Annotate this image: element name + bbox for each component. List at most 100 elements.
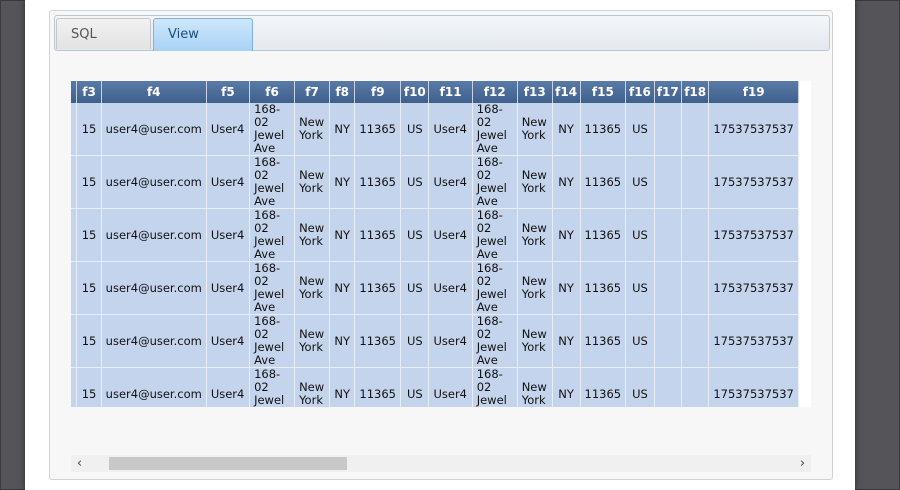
view-results-content: f3 f4 f5 f6 f7 f8 f9 f10 f11 f12 f13 f14 f15 f16 f17 f1…: [54, 51, 828, 475]
column-header[interactable]: f12: [472, 81, 518, 103]
table-cell: User4: [206, 367, 251, 407]
table-cell: New York: [517, 155, 553, 209]
column-header[interactable]: f5: [206, 81, 251, 103]
table-cell: 11365: [580, 155, 627, 209]
column-header[interactable]: f19: [708, 81, 799, 103]
table-cell: [681, 314, 710, 368]
table-cell: US: [625, 103, 655, 156]
table-cell: New York: [517, 103, 553, 156]
column-header[interactable]: f9: [354, 81, 402, 103]
column-header[interactable]: f10: [400, 81, 430, 103]
table-cell: 11365: [580, 208, 627, 262]
table-cell: 15: [76, 208, 102, 262]
table-cell: 168-02 Jewel Ave: [472, 208, 518, 262]
table-cell: [654, 261, 682, 315]
table-cell: 11365: [354, 208, 402, 262]
table-cell: US: [625, 208, 655, 262]
table-cell: user4@user.com: [101, 103, 207, 156]
table-cell: 17537537537: [708, 208, 799, 262]
column-header[interactable]: f6: [249, 81, 296, 103]
table-cell: [681, 103, 710, 156]
table-cell: NY: [329, 208, 356, 262]
table-cell: [681, 367, 710, 407]
table-cell: New York: [294, 103, 331, 156]
tab-sql-query[interactable]: SQL Query: [56, 18, 151, 73]
table-cell: New York: [517, 261, 553, 315]
scroll-left-arrow-icon[interactable]: ‹: [71, 455, 88, 472]
table-cell: User4: [206, 155, 251, 209]
column-header[interactable]: f3: [76, 81, 102, 103]
column-header[interactable]: f8: [329, 81, 356, 103]
table-cell: US: [625, 261, 655, 315]
table-cell: user4@user.com: [101, 261, 207, 315]
table-row[interactable]: 015user4@user.comUser4168-02 Jewel AveNe…: [71, 367, 799, 407]
table-cell: user4@user.com: [101, 367, 207, 407]
table-cell: 11365: [580, 261, 627, 315]
table-cell: New York: [294, 367, 331, 407]
column-header[interactable]: f13: [517, 81, 553, 103]
column-header[interactable]: f17: [654, 81, 682, 103]
table-cell: 168-02 Jewel Ave: [249, 367, 296, 407]
column-header[interactable]: f7: [294, 81, 331, 103]
column-header[interactable]: f18: [681, 81, 710, 103]
table-cell: user4@user.com: [101, 155, 207, 209]
table-cell: user4@user.com: [101, 208, 207, 262]
table-cell: 11365: [580, 367, 627, 407]
table-row[interactable]: 015user4@user.comUser4168-02 Jewel AveNe…: [71, 208, 799, 262]
table-cell: US: [625, 314, 655, 368]
table-cell: New York: [294, 261, 331, 315]
table-cell: 11365: [580, 103, 627, 156]
table-cell: 11365: [354, 261, 402, 315]
results-dialog: SQL Query View results f3f4f5f6f7f8f9f10…: [25, 0, 855, 490]
scrollbar-thumb[interactable]: [109, 457, 347, 470]
table-row[interactable]: 015user4@user.comUser4168-02 Jewel AveNe…: [71, 155, 799, 209]
tab-view-results[interactable]: View results: [153, 18, 253, 73]
tab-panel: SQL Query View results f3f4f5f6f7f8f9f10…: [49, 10, 833, 480]
table-row[interactable]: 015user4@user.comUser4168-02 Jewel AveNe…: [71, 314, 799, 368]
table-cell: User4: [428, 155, 473, 209]
table-cell: New York: [294, 208, 331, 262]
table-cell: US: [400, 103, 430, 156]
table-cell: NY: [329, 367, 356, 407]
table-cell: 11365: [354, 103, 402, 156]
table-cell: 17537537537: [708, 367, 799, 407]
column-header[interactable]: f11: [428, 81, 473, 103]
table-cell: US: [625, 367, 655, 407]
table-row[interactable]: 015user4@user.comUser4168-02 Jewel AveNe…: [71, 103, 799, 156]
table-cell: 168-02 Jewel Ave: [249, 261, 296, 315]
table-cell: US: [400, 261, 430, 315]
table-cell: 11365: [354, 314, 402, 368]
table-cell: User4: [428, 261, 473, 315]
table-cell: New York: [294, 155, 331, 209]
column-header[interactable]: f4: [101, 81, 207, 103]
table-cell: US: [625, 155, 655, 209]
table-cell: User4: [428, 367, 473, 407]
column-header[interactable]: f14: [552, 81, 581, 103]
table-cell: 168-02 Jewel Ave: [249, 155, 296, 209]
table-cell: 168-02 Jewel Ave: [472, 261, 518, 315]
table-cell: NY: [329, 103, 356, 156]
table-cell: NY: [552, 367, 581, 407]
table-cell: 168-02 Jewel Ave: [472, 103, 518, 156]
column-header[interactable]: f15: [580, 81, 627, 103]
table-cell: 11365: [354, 155, 402, 209]
tab-bar: SQL Query View results: [54, 15, 830, 73]
table-cell: NY: [329, 155, 356, 209]
scroll-right-arrow-icon[interactable]: ›: [794, 455, 811, 472]
table-cell: [654, 314, 682, 368]
horizontal-scrollbar[interactable]: ‹ ›: [71, 455, 811, 472]
column-header[interactable]: f16: [625, 81, 655, 103]
table-cell: [681, 261, 710, 315]
results-grid: f3 f4 f5 f6 f7 f8 f9 f10 f11 f12 f13 f14 f15 f16 f17 f1…: [71, 81, 799, 407]
table-cell: NY: [552, 314, 581, 368]
grid-header-row: f3 f4 f5 f6 f7 f8 f9 f10 f11 f12 f13 f14 f15 f16 f17 f1…: [71, 81, 799, 103]
table-cell: 15: [76, 155, 102, 209]
table-cell: US: [400, 155, 430, 209]
table-cell: User4: [428, 103, 473, 156]
table-cell: 15: [76, 103, 102, 156]
table-cell: NY: [329, 314, 356, 368]
table-row[interactable]: 015user4@user.comUser4168-02 Jewel AveNe…: [71, 261, 799, 315]
table-cell: New York: [517, 367, 553, 407]
table-cell: [654, 155, 682, 209]
table-cell: US: [400, 314, 430, 368]
